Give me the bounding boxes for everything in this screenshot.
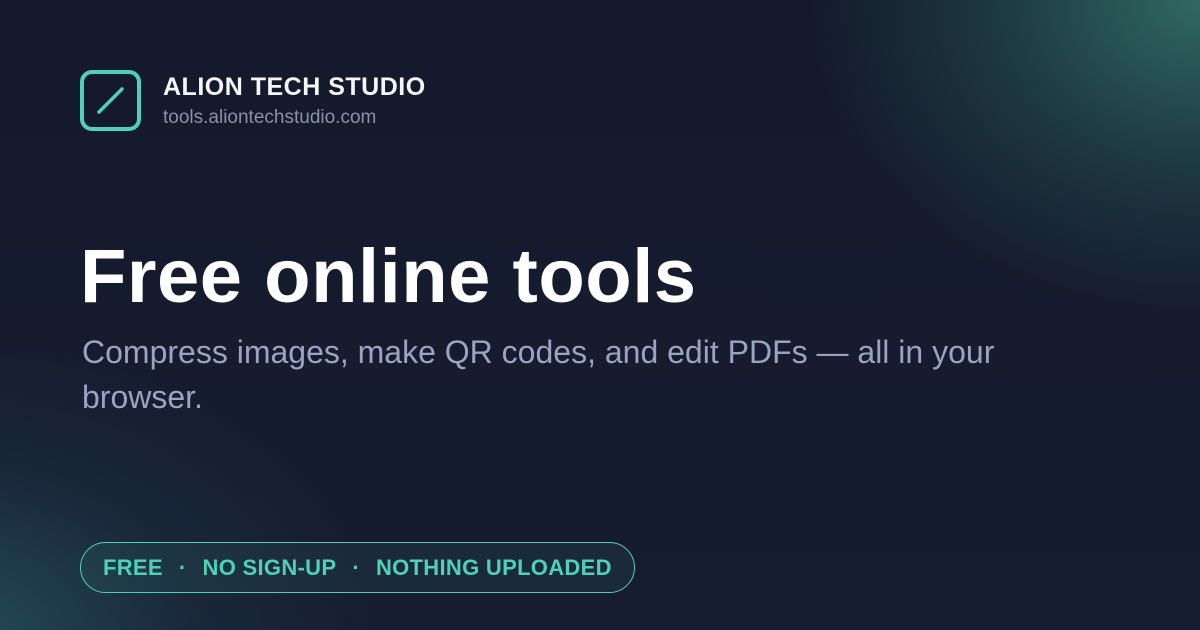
page-title: Free online tools [80, 234, 697, 319]
badge-item-nothing-uploaded: NOTHING UPLOADED [375, 554, 612, 580]
brand: ALION TECH STUDIO tools.aliontechstudio.… [80, 70, 426, 131]
brand-url: tools.aliontechstudio.com [163, 106, 377, 128]
brand-text: ALION TECH STUDIO tools.aliontechstudio.… [163, 72, 426, 130]
page-subtitle: Compress images, make QR codes, and edit… [82, 334, 995, 415]
brand-name: ALION TECH STUDIO [163, 72, 426, 101]
badge-item-free: FREE [103, 554, 163, 580]
badge-separator: · [178, 554, 187, 580]
slash-icon [80, 70, 141, 131]
features-badge: FREE · NO SIGN-UP · NOTHING UPLOADED [80, 542, 635, 593]
badge-item-no-signup: NO SIGN-UP [202, 554, 337, 580]
badge-separator: · [352, 554, 360, 580]
